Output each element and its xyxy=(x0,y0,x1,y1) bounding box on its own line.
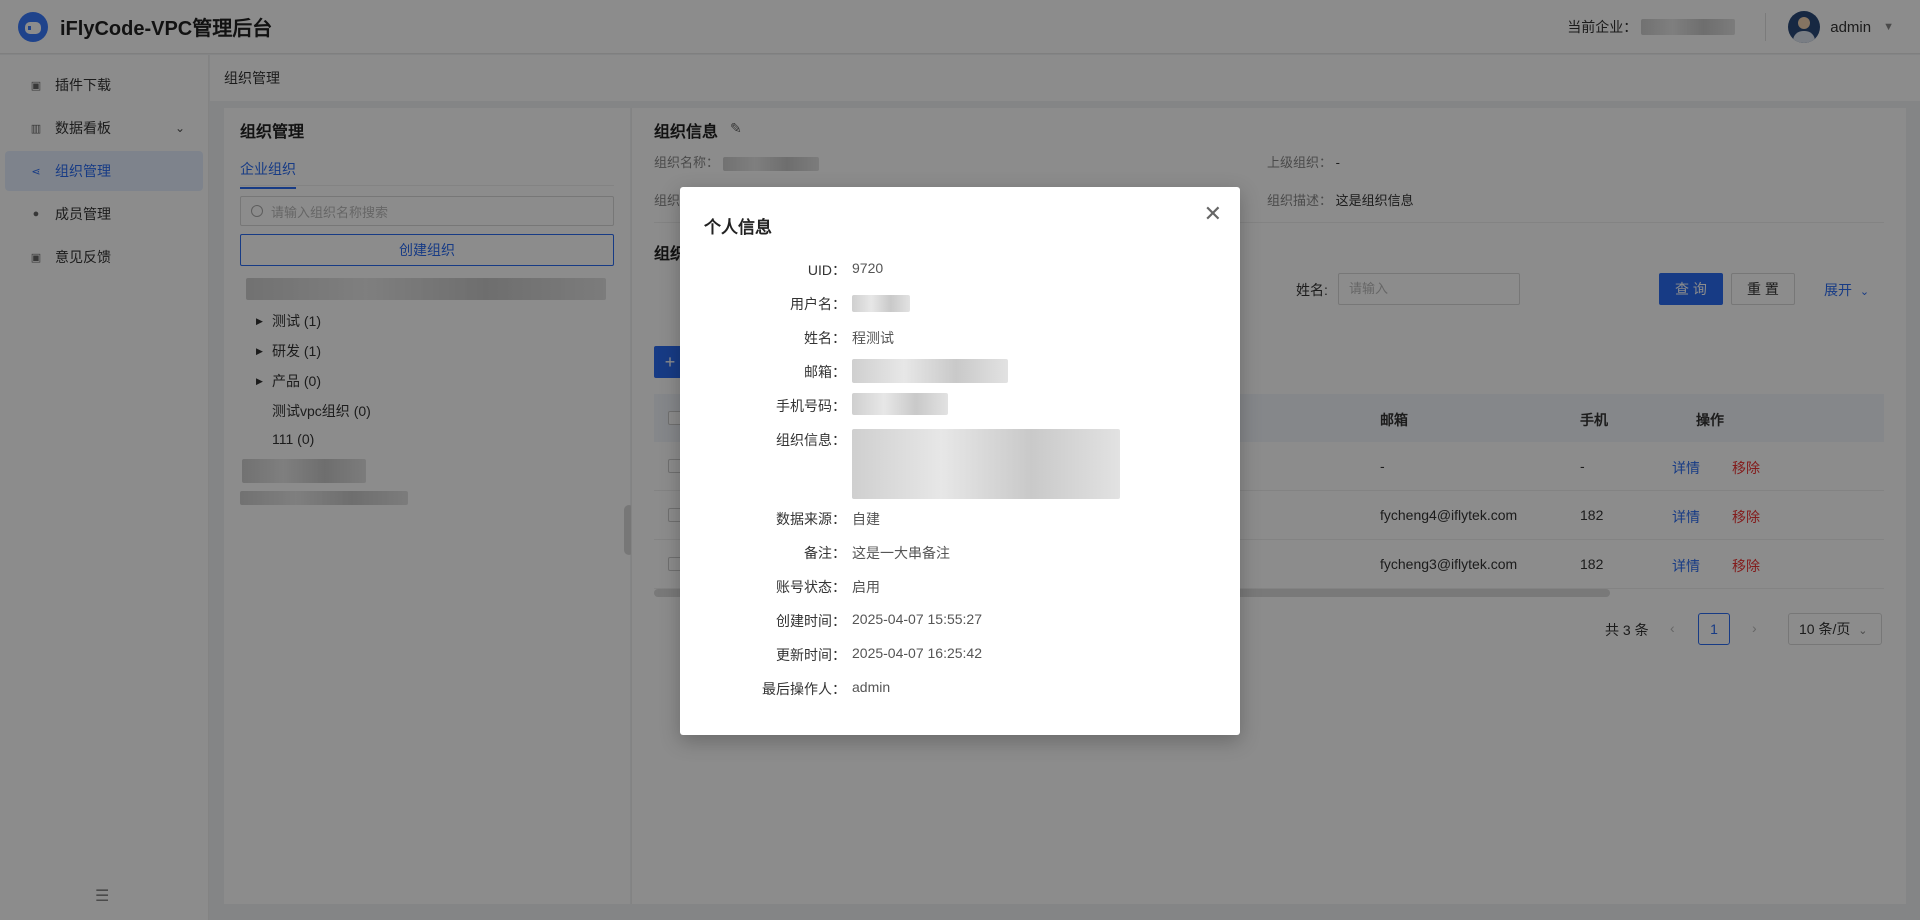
personal-info-modal: 个人信息 ✕ UID： 9720 用户名： 姓名： 程测试 邮箱： 手机号码： … xyxy=(680,187,1240,735)
field-value-org-redacted xyxy=(852,429,1120,499)
modal-title: 个人信息 xyxy=(704,218,772,237)
field-value-phone-redacted xyxy=(852,393,948,415)
close-icon[interactable]: ✕ xyxy=(1204,203,1222,225)
field-value-status: 启用 xyxy=(852,579,880,595)
field-label-name: 姓名： xyxy=(804,330,846,346)
field-label-last-operator: 最后操作人： xyxy=(762,681,846,697)
field-label-status: 账号状态： xyxy=(776,579,846,595)
field-value-source: 自建 xyxy=(852,511,880,527)
field-label-org: 组织信息： xyxy=(776,432,846,448)
field-value-remark: 这是一大串备注 xyxy=(852,545,950,561)
field-value-last-operator: admin xyxy=(852,679,891,695)
field-label-uid: UID： xyxy=(807,262,846,278)
field-label-username: 用户名： xyxy=(790,296,846,312)
field-value-email-redacted xyxy=(852,359,1008,383)
field-value-username-redacted xyxy=(852,295,910,312)
field-value-uid: 9720 xyxy=(852,260,884,276)
field-label-created: 创建时间： xyxy=(776,613,846,629)
field-label-phone: 手机号码： xyxy=(776,398,846,414)
field-label-source: 数据来源： xyxy=(776,511,846,527)
field-label-remark: 备注： xyxy=(804,545,846,561)
field-value-created: 2025-04-07 15:55:27 xyxy=(852,611,982,627)
field-label-email: 邮箱： xyxy=(804,364,846,380)
field-value-updated: 2025-04-07 16:25:42 xyxy=(852,645,982,661)
field-label-updated: 更新时间： xyxy=(776,647,846,663)
field-value-name: 程测试 xyxy=(852,330,894,346)
